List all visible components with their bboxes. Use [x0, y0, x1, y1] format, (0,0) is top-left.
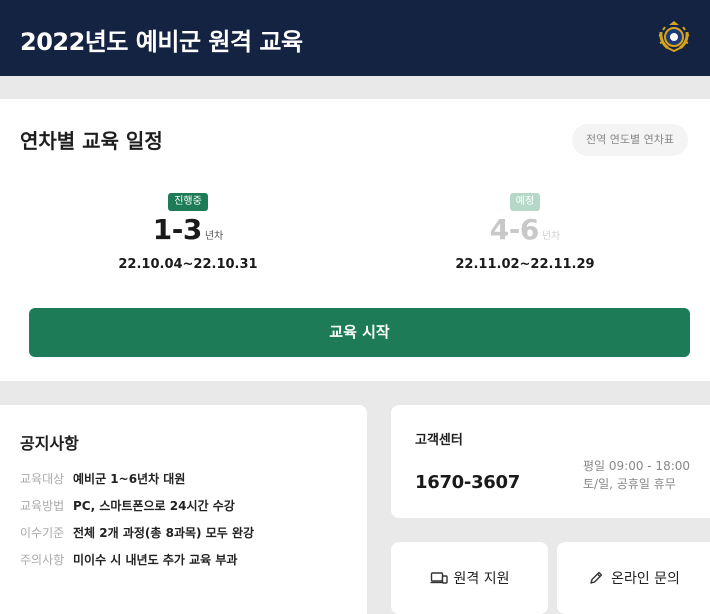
notice-value: 예비군 1~6년차 대원 — [73, 472, 186, 486]
period-dates: 22.11.02~22.11.29 — [455, 257, 595, 272]
notice-value: 미이수 시 내년도 추가 교육 부과 — [73, 553, 238, 567]
notice-key: 교육대상 — [20, 472, 65, 486]
notice-list: 교육대상 예비군 1~6년차 대원 교육방법 PC, 스마트폰으로 24시간 수강 … — [20, 471, 254, 579]
online-inquiry-label: 온라인 문의 — [611, 571, 680, 587]
notice-key: 이수기준 — [20, 526, 65, 540]
app-header: 2022년도 예비군 원격 교육 — [0, 0, 710, 76]
period-range: 1-3 — [152, 213, 203, 246]
notice-card: 공지사항 교육대상 예비군 1~6년차 대원 교육방법 PC, 스마트폰으로 24시… — [0, 405, 367, 614]
discharge-year-chart-button[interactable]: 전역 연도별 연차표 — [572, 124, 688, 156]
notice-item: 이수기준 전체 2개 과정(총 8과목) 모두 완강 — [20, 525, 254, 552]
support-phone-number[interactable]: 1670-3607 — [415, 472, 520, 493]
support-hours: 평일 09:00 - 18:00 토/일, 공휴일 휴무 — [583, 457, 690, 493]
period-4-6: 예정 4-6 년차 22.11.02~22.11.29 — [395, 189, 655, 272]
notice-value: PC, 스마트폰으로 24시간 수강 — [73, 499, 235, 513]
remote-support-button[interactable]: 원격 지원 — [391, 542, 548, 614]
notice-item: 주의사항 미이수 시 내년도 추가 교육 부과 — [20, 552, 254, 579]
hours-weekend: 토/일, 공휴일 휴무 — [583, 477, 676, 491]
hours-weekday: 평일 09:00 - 18:00 — [583, 459, 691, 473]
notice-key: 주의사항 — [20, 553, 65, 567]
devices-icon — [430, 572, 448, 584]
status-badge-active: 진행중 — [168, 193, 208, 211]
pencil-icon — [590, 571, 603, 584]
period-unit: 년차 — [541, 231, 561, 242]
online-inquiry-button[interactable]: 온라인 문의 — [557, 542, 710, 614]
schedule-card: 연차별 교육 일정 전역 연도별 연차표 진행중 1-3 년차 22.10.04~… — [0, 99, 710, 381]
notice-key: 교육방법 — [20, 499, 65, 513]
schedule-title: 연차별 교육 일정 — [20, 129, 163, 153]
reserve-forces-emblem-icon — [658, 21, 690, 53]
remote-support-label: 원격 지원 — [453, 571, 510, 587]
notice-item: 교육방법 PC, 스마트폰으로 24시간 수강 — [20, 498, 254, 525]
notice-title: 공지사항 — [20, 434, 79, 453]
period-1-3: 진행중 1-3 년차 22.10.04~22.10.31 — [58, 189, 318, 272]
period-unit: 년차 — [204, 231, 224, 242]
period-range: 4-6 — [489, 213, 540, 246]
notice-value: 전체 2개 과정(총 8과목) 모두 완강 — [73, 526, 255, 540]
start-education-button[interactable]: 교육 시작 — [29, 308, 690, 357]
customer-center-title: 고객센터 — [415, 433, 463, 448]
status-badge-upcoming: 예정 — [509, 193, 541, 211]
period-dates: 22.10.04~22.10.31 — [118, 257, 258, 272]
customer-center-card: 고객센터 1670-3607 평일 09:00 - 18:00 토/일, 공휴일… — [391, 405, 710, 518]
notice-item: 교육대상 예비군 1~6년차 대원 — [20, 471, 254, 498]
page-title: 2022년도 예비군 원격 교육 — [20, 28, 303, 56]
